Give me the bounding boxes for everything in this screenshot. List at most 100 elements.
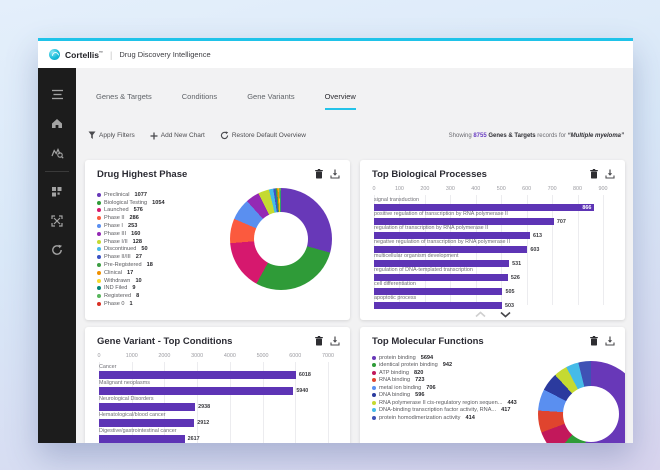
legend-label: Registered <box>104 293 131 299</box>
apply-filters-button[interactable]: Apply Filters <box>88 131 135 140</box>
bar[interactable] <box>99 403 195 411</box>
bar[interactable] <box>374 288 502 295</box>
bar-value-label: 866 <box>582 205 591 211</box>
legend-item[interactable]: RNA binding723 <box>372 377 517 385</box>
download-icon[interactable] <box>330 336 340 346</box>
chart-pager <box>360 311 625 318</box>
donut-chart[interactable] <box>230 188 332 290</box>
legend-item[interactable]: Phase I253 <box>97 222 165 230</box>
bar-category-label: Malignant neoplasms <box>99 380 328 386</box>
trash-icon[interactable] <box>590 336 598 346</box>
chevron-down-icon[interactable] <box>499 311 512 318</box>
trash-icon[interactable] <box>315 336 323 346</box>
page-background: Cortellis™ | Drug Discovery Intelligence <box>0 0 660 470</box>
legend-item[interactable]: Phase II/III27 <box>97 253 165 261</box>
axis-tick-label: 6000 <box>289 353 301 359</box>
dashboard-icon[interactable] <box>38 177 76 206</box>
bar[interactable] <box>99 371 296 379</box>
bar[interactable] <box>99 419 194 427</box>
legend-item[interactable]: Preclinical1077 <box>97 191 165 199</box>
toolbar: Apply Filters Add New Chart Restore Defa… <box>88 131 624 140</box>
bar-category-label: Cancer <box>99 364 328 370</box>
legend-item[interactable]: protein binding5694 <box>372 354 517 362</box>
tab-conditions[interactable]: Conditions <box>182 92 217 110</box>
download-icon[interactable] <box>605 336 615 346</box>
sync-icon[interactable] <box>38 235 76 264</box>
axis-tick-label: 3000 <box>191 353 203 359</box>
legend-item[interactable]: Biological Testing1054 <box>97 199 165 207</box>
legend-dot <box>372 363 376 367</box>
restore-default-label: Restore Default Overview <box>232 132 306 139</box>
legend-item[interactable]: IND Filed9 <box>97 285 165 293</box>
legend-item[interactable]: protein homodimerization activity414 <box>372 414 517 422</box>
legend-label: Clinical <box>104 270 122 276</box>
add-new-chart-button[interactable]: Add New Chart <box>150 132 205 140</box>
legend-value: 443 <box>507 400 516 406</box>
axis-tick-label: 200 <box>420 186 429 192</box>
legend-item[interactable]: metal ion binding706 <box>372 384 517 392</box>
card-title: Drug Highest Phase <box>97 169 187 180</box>
tab-overview[interactable]: Overview <box>325 92 356 110</box>
legend-item[interactable]: identical protein binding942 <box>372 362 517 370</box>
legend-item[interactable]: Phase III160 <box>97 230 165 238</box>
legend-dot <box>97 240 101 244</box>
home-icon[interactable] <box>38 109 76 138</box>
menu-icon[interactable] <box>38 80 76 109</box>
axis-tick-label: 7000 <box>322 353 334 359</box>
axis-tick-label: 100 <box>395 186 404 192</box>
search-icon[interactable] <box>38 138 76 167</box>
bar[interactable] <box>99 435 185 443</box>
bar[interactable] <box>374 218 554 225</box>
tab-genes-targets[interactable]: Genes & Targets <box>96 92 152 110</box>
bar[interactable] <box>99 387 293 395</box>
bar-category-label: signal transduction <box>374 197 603 203</box>
bar[interactable] <box>374 274 508 281</box>
cortellis-logo-icon <box>49 49 60 60</box>
legend-item[interactable]: Clinical17 <box>97 269 165 277</box>
legend-dot <box>97 208 101 212</box>
bar[interactable] <box>374 232 530 239</box>
legend-value: 576 <box>134 207 143 213</box>
trash-icon[interactable] <box>315 169 323 179</box>
trash-icon[interactable] <box>590 169 598 179</box>
legend-label: Biological Testing <box>104 200 147 206</box>
legend-item[interactable]: Withdrawn10 <box>97 277 165 285</box>
legend-dot <box>372 401 376 405</box>
legend-label: metal ion binding <box>379 385 421 391</box>
legend-item[interactable]: DNA-binding transcription factor activit… <box>372 407 517 415</box>
donut-chart[interactable] <box>538 361 625 443</box>
legend-item[interactable]: Registered8 <box>97 292 165 300</box>
legend-label: Phase I <box>104 223 123 229</box>
bar-value-label: 5940 <box>296 388 308 394</box>
download-icon[interactable] <box>605 169 615 179</box>
legend-label: DNA-binding transcription factor activit… <box>379 407 496 413</box>
legend-item[interactable]: ATP binding820 <box>372 369 517 377</box>
legend-item[interactable]: Launched576 <box>97 207 165 215</box>
bar[interactable] <box>374 302 502 309</box>
bar[interactable]: 866 <box>374 204 594 211</box>
legend-item[interactable]: Phase I/II128 <box>97 238 165 246</box>
legend-dot <box>372 378 376 382</box>
axis-tick-label: 1000 <box>126 353 138 359</box>
bar-category-label: regulation of transcription by RNA polym… <box>374 225 603 231</box>
legend-label: Discontinued <box>104 246 136 252</box>
download-icon[interactable] <box>330 169 340 179</box>
legend-item[interactable]: Pre-Registered18 <box>97 261 165 269</box>
chevron-up-icon[interactable] <box>474 311 487 318</box>
expand-icon[interactable] <box>38 206 76 235</box>
legend-value: 286 <box>130 215 139 221</box>
legend-dot <box>97 232 101 236</box>
bar[interactable] <box>374 246 527 253</box>
restore-default-button[interactable]: Restore Default Overview <box>220 131 306 140</box>
tab-gene-variants[interactable]: Gene Variants <box>247 92 294 110</box>
gridline <box>603 195 604 305</box>
legend-item[interactable]: RNA polymerase II cis-regulatory region … <box>372 399 517 407</box>
apply-filters-label: Apply Filters <box>99 132 135 139</box>
legend-item[interactable]: DNA binding596 <box>372 392 517 400</box>
bar-row: Malignant neoplasms 5940 <box>99 380 328 395</box>
legend-item[interactable]: Phase 01 <box>97 300 165 308</box>
legend-item[interactable]: Phase II286 <box>97 214 165 222</box>
bar[interactable] <box>374 260 509 267</box>
donut-hole <box>563 386 619 442</box>
legend-item[interactable]: Discontinued50 <box>97 246 165 254</box>
